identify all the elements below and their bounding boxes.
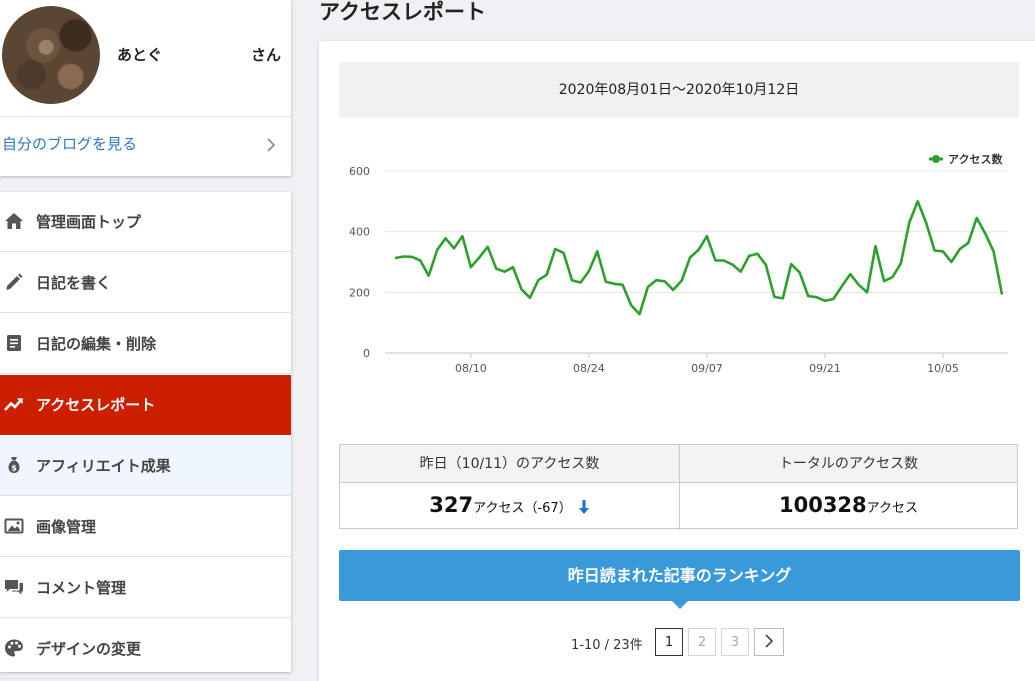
date-range: 2020年08月01日～2020年10月12日	[339, 62, 1019, 118]
y-tick-label: 0	[363, 347, 370, 360]
y-tick-label: 600	[349, 165, 370, 178]
sidebar-item-edit-delete[interactable]: 日記の編集・削除	[0, 314, 291, 374]
series-line-access-count	[394, 199, 1004, 316]
y-tick-label: 400	[349, 226, 370, 239]
sidebar-item-label: 画像管理	[36, 518, 97, 536]
user-name-suffix: さん	[251, 46, 282, 64]
x-tick-label: 09/07	[691, 362, 723, 375]
access-chart: 0 200 400 600 08/10 08/24 09/07 09/21 10/05 アクセス数	[349, 152, 1008, 375]
sidebar-item-label: アフィリエイト成果	[36, 457, 171, 475]
page-button-3[interactable]: 3	[721, 628, 749, 656]
sidebar-item-label: コメント管理	[36, 579, 127, 597]
svg-text:$: $	[11, 464, 17, 473]
money-bag-icon: $	[8, 457, 20, 473]
document-icon	[7, 335, 21, 351]
sidebar-item-label: 日記を書く	[36, 274, 112, 292]
total-header: トータルのアクセス数	[680, 445, 1017, 483]
profile-card: あとぐ さん 自分のブログを見る	[0, 0, 291, 176]
total-value-cell: 100328アクセス	[680, 483, 1017, 528]
chevron-right-icon	[765, 634, 774, 648]
page-title: アクセスレポート	[319, 0, 486, 24]
arrow-down-icon	[578, 500, 589, 514]
legend-marker	[932, 155, 940, 163]
sidebar-item-images[interactable]: 画像管理	[0, 497, 291, 557]
avatar[interactable]	[2, 6, 100, 104]
total-access-count: 100328	[778, 493, 867, 517]
sidebar-item-label: デザインの変更	[36, 640, 142, 658]
home-icon	[5, 213, 23, 229]
total-access-unit: アクセス	[866, 501, 919, 516]
ranking-caret	[672, 601, 688, 609]
x-tick-label: 08/10	[455, 362, 487, 375]
user-name: あとぐ	[117, 46, 163, 64]
next-page-button[interactable]	[754, 628, 784, 656]
pencil-icon	[6, 273, 23, 290]
sidebar-item-affiliate[interactable]: $ アフィリエイト成果	[0, 436, 291, 496]
y-tick-label: 200	[349, 286, 370, 299]
x-tick-label: 09/21	[809, 362, 841, 375]
view-blog-link[interactable]: 自分のブログを見る	[0, 117, 291, 176]
ranking-button[interactable]: 昨日読まれた記事のランキング	[339, 550, 1020, 601]
trend-icon	[4, 398, 23, 411]
legend-label: アクセス数	[948, 152, 1003, 166]
palette-icon	[5, 639, 23, 657]
sidebar-nav: 管理画面トップ 日記を書く 日記の編集・削除 アクセスレポート $ アフィリエイ…	[0, 192, 291, 679]
sidebar-item-label: アクセスレポート	[36, 396, 156, 414]
stats-table: 昨日（10/11）のアクセス数 トータルのアクセス数 327アクセス（-67） …	[339, 444, 1018, 530]
yesterday-access-unit: アクセス（-67）	[473, 501, 572, 516]
chevron-right-icon	[267, 138, 276, 152]
sidebar-item-comments[interactable]: コメント管理	[0, 558, 291, 618]
x-tick-label: 08/24	[573, 362, 605, 375]
yesterday-value-cell: 327アクセス（-67）	[340, 483, 679, 528]
page-button-2[interactable]: 2	[688, 628, 716, 656]
image-icon	[4, 518, 24, 534]
pager-summary: 1-10 / 23件	[571, 638, 643, 653]
yesterday-access-count: 327	[429, 493, 474, 517]
sidebar-item-label: 管理画面トップ	[36, 213, 142, 231]
view-blog-label: 自分のブログを見る	[2, 135, 138, 153]
page-button-1[interactable]: 1	[655, 628, 683, 656]
sidebar-item-write[interactable]: 日記を書く	[0, 253, 291, 313]
sidebar-item-design[interactable]: デザインの変更	[0, 619, 291, 679]
comment-icon	[5, 580, 23, 595]
sidebar-item-access-report[interactable]: アクセスレポート	[0, 375, 291, 435]
sidebar-item-admin-top[interactable]: 管理画面トップ	[0, 192, 291, 252]
x-tick-label: 10/05	[927, 362, 959, 375]
yesterday-header: 昨日（10/11）のアクセス数	[340, 445, 679, 483]
sidebar-item-label: 日記の編集・削除	[36, 335, 157, 353]
